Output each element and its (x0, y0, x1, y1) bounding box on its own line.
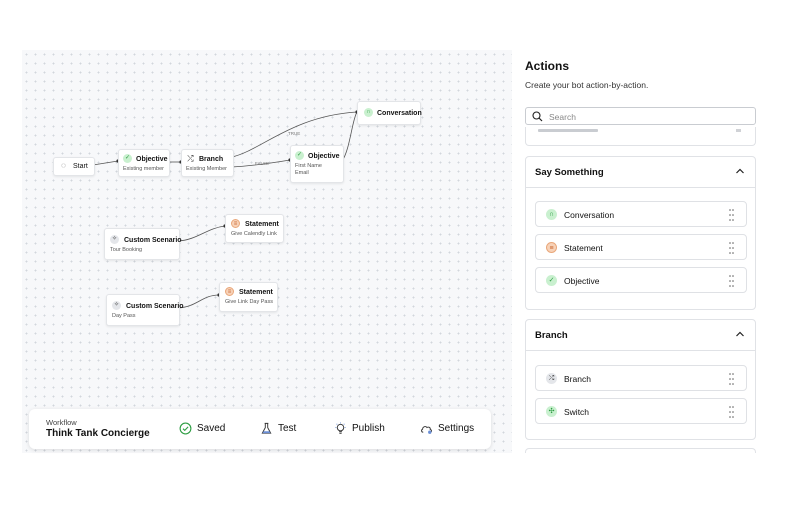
action-item-conversation[interactable]: ∩ Conversation (535, 201, 747, 227)
node-title: Branch (199, 156, 224, 163)
node-subtitle: Give Calendly Link (231, 231, 277, 237)
node-title: Statement (239, 289, 273, 296)
drag-handle-icon[interactable] (729, 209, 734, 221)
node-custom-scenario-day-pass[interactable]: ✧ Custom Scenario Day Pass (106, 294, 184, 326)
node-conversation[interactable]: ∩ Conversation (357, 101, 422, 125)
chevron-up-icon[interactable] (735, 166, 745, 176)
action-group-branch: Branch ⤮ Branch ✣ Switch (525, 319, 756, 440)
branch-icon: ⤮ (546, 373, 557, 384)
actions-panel: Actions Create your bot action-by-action… (512, 50, 768, 453)
action-item-label: Objective (564, 276, 600, 286)
action-item-label: Switch (564, 407, 590, 417)
test-label: Test (278, 423, 297, 435)
cloud-settings-icon (421, 426, 432, 434)
search-box[interactable] (525, 107, 756, 125)
edge-label-true: TRUE (288, 131, 301, 136)
node-objective-first-name-email[interactable]: ✓ Objective First Name Email (290, 145, 344, 183)
node-title: Objective (308, 153, 340, 160)
chat-icon: ◌ (61, 161, 66, 170)
branch-icon: ⤮ (187, 154, 194, 163)
headset-icon: ∩ (546, 209, 557, 220)
action-item-label: Conversation (564, 210, 615, 220)
action-item-label: Statement (564, 243, 603, 253)
action-item-statement[interactable]: ≡ Statement (535, 234, 747, 260)
node-subtitle: Email (295, 170, 309, 176)
node-statement-day-pass[interactable]: ≡ Statement Give Link Day Pass (219, 282, 278, 312)
settings-label: Settings (438, 423, 475, 435)
statement-icon: ≡ (225, 287, 234, 296)
action-item-objective[interactable]: ✓ Objective (535, 267, 747, 293)
edge-label-false: FALSE (255, 161, 270, 166)
node-subtitle: First Name (295, 163, 322, 169)
group-title: Say Something (535, 167, 604, 178)
node-subtitle: Tour Booking (110, 247, 143, 253)
node-start[interactable]: ◌ Start (53, 157, 95, 176)
sparkle-icon: ✧ (110, 235, 119, 244)
workflow-canvas[interactable]: TRUE FALSE ◌ Start ✓ Objective Existing … (22, 50, 512, 453)
check-icon: ✓ (123, 154, 132, 163)
edges-layer (91, 110, 359, 310)
actions-title: Actions (525, 59, 570, 73)
chevron-up-icon[interactable] (735, 329, 745, 339)
node-title: Start (73, 163, 88, 170)
statement-icon: ≡ (231, 219, 240, 228)
switch-icon: ✣ (546, 406, 557, 417)
flask-icon (261, 422, 272, 434)
node-branch[interactable]: ⤮ Branch Existing Member (181, 149, 234, 177)
check-circle-icon (179, 422, 192, 435)
node-title: Conversation (377, 110, 422, 117)
workflow-label: Workflow (46, 418, 77, 427)
saved-button[interactable]: Saved (179, 422, 225, 436)
search-input[interactable] (547, 110, 751, 124)
node-statement-calendly[interactable]: ≡ Statement Give Calendly Link (225, 214, 284, 243)
edge-objective-conversation (341, 111, 358, 162)
node-objective-existing-member[interactable]: ✓ Objective Existing member (118, 149, 170, 177)
drag-handle-icon[interactable] (729, 373, 734, 385)
saved-label: Saved (197, 423, 226, 435)
check-icon: ✓ (546, 275, 557, 286)
group-header[interactable]: Say Something (526, 157, 755, 188)
node-subtitle: Existing Member (186, 166, 227, 172)
node-title: Objective (136, 156, 168, 163)
publish-button[interactable]: Publish (334, 422, 385, 436)
edge-start-objective (92, 160, 119, 166)
node-subtitle: Existing member (123, 166, 164, 172)
action-item-switch[interactable]: ✣ Switch (535, 398, 747, 424)
edge-custom2-statement2 (177, 294, 220, 309)
drag-handle-icon[interactable] (729, 242, 734, 254)
group-header[interactable]: Branch (526, 320, 755, 351)
sparkle-icon: ✧ (112, 301, 121, 310)
node-subtitle: Give Link Day Pass (225, 299, 273, 305)
edge-custom1-statement1 (177, 225, 226, 242)
group-title: Branch (535, 330, 568, 341)
workflow-title: Think Tank Concierge (46, 428, 150, 439)
node-title: Custom Scenario (126, 303, 184, 310)
node-title: Custom Scenario (124, 237, 182, 244)
test-button[interactable]: Test (260, 422, 296, 436)
drag-handle-icon[interactable] (729, 275, 734, 287)
search-icon (532, 111, 543, 122)
node-subtitle: Day Pass (112, 313, 136, 319)
workflow-toolbar: Workflow Think Tank Concierge Saved Test… (29, 409, 491, 449)
action-item-branch[interactable]: ⤮ Branch (535, 365, 747, 391)
action-item-label: Branch (564, 374, 591, 384)
action-group-say-something: Say Something ∩ Conversation ≡ Statement… (525, 156, 756, 310)
lightbulb-icon (335, 422, 346, 434)
headset-icon: ∩ (364, 108, 373, 117)
statement-icon: ≡ (546, 242, 557, 253)
actions-subtitle: Create your bot action-by-action. (525, 80, 649, 90)
settings-button[interactable]: Settings (420, 422, 474, 436)
node-custom-scenario-tour-booking[interactable]: ✧ Custom Scenario Tour Booking (104, 228, 182, 260)
publish-label: Publish (352, 423, 385, 435)
node-title: Statement (245, 221, 279, 228)
check-icon: ✓ (295, 151, 304, 160)
drag-handle-icon[interactable] (729, 406, 734, 418)
action-group-partial (525, 127, 756, 146)
action-group-next (525, 448, 756, 453)
